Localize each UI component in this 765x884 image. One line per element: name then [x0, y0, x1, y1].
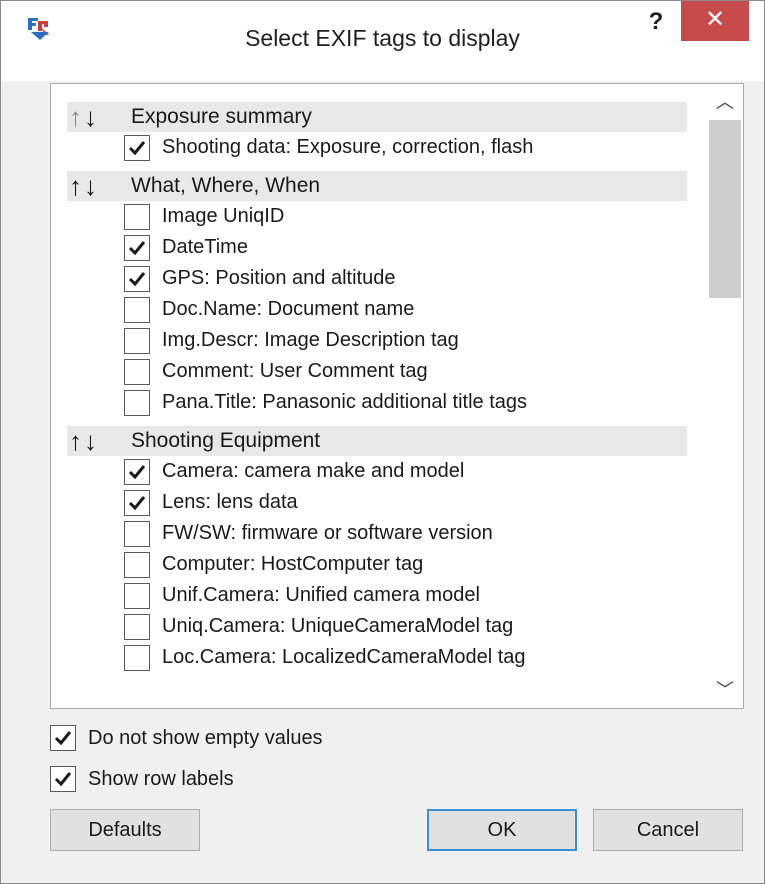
- tag-label: Pana.Title: Panasonic additional title t…: [162, 391, 528, 413]
- hide-empty-label: Do not show empty values: [88, 726, 323, 749]
- row-labels-option[interactable]: Show row labels: [50, 764, 234, 794]
- reorder-arrows: ↑↓: [67, 171, 131, 201]
- title-bar: Select EXIF tags to display ? ✕: [1, 1, 764, 81]
- tag-item[interactable]: Lens: lens data: [51, 487, 707, 518]
- checkmark-icon: [128, 240, 146, 255]
- tag-checkbox[interactable]: [124, 389, 150, 416]
- move-down-arrow-icon[interactable]: ↓: [84, 426, 99, 456]
- tag-label: Uniq.Camera: UniqueCameraModel tag: [162, 615, 514, 637]
- tag-item[interactable]: GPS: Position and altitude: [51, 263, 707, 294]
- checkmark-icon: [128, 464, 146, 479]
- tag-list-viewport: ↑↓ Exposure summary Shooting data: Exposur…: [51, 84, 707, 708]
- tag-item[interactable]: Loc.Camera: LocalizedCameraModel tag: [51, 642, 707, 673]
- tag-checkbox[interactable]: [124, 203, 150, 230]
- tag-item[interactable]: Uniq.Camera: UniqueCameraModel tag: [51, 611, 707, 642]
- reorder-arrows: ↑↓: [67, 102, 131, 132]
- row-labels-checkbox[interactable]: [50, 766, 76, 792]
- vertical-scrollbar[interactable]: ︿ ﹀: [707, 84, 743, 708]
- tag-label: Loc.Camera: LocalizedCameraModel tag: [162, 646, 526, 668]
- tag-checkbox[interactable]: [124, 613, 150, 640]
- tag-checkbox[interactable]: [124, 582, 150, 609]
- checkmark-icon: [128, 495, 146, 510]
- tag-label: Img.Descr: Image Description tag: [162, 329, 459, 351]
- tag-item[interactable]: DateTime: [51, 232, 707, 263]
- move-up-arrow-icon[interactable]: ↑: [69, 171, 84, 201]
- tag-checkbox[interactable]: [124, 296, 150, 323]
- tag-group: ↑↓ Shooting Equipment Camera: camera make …: [51, 426, 707, 673]
- defaults-button[interactable]: Defaults: [50, 809, 200, 851]
- tag-checkbox[interactable]: [124, 134, 150, 161]
- scroll-thumb[interactable]: [709, 120, 741, 298]
- move-up-arrow-icon: ↑: [69, 102, 84, 132]
- tag-item[interactable]: FW/SW: firmware or software version: [51, 518, 707, 549]
- hide-empty-checkbox[interactable]: [50, 725, 76, 751]
- checkmark-icon: [54, 731, 72, 746]
- move-down-arrow-icon[interactable]: ↓: [84, 102, 99, 132]
- tag-item[interactable]: Pana.Title: Panasonic additional title t…: [51, 387, 707, 418]
- tag-item[interactable]: Comment: User Comment tag: [51, 356, 707, 387]
- hide-empty-option[interactable]: Do not show empty values: [50, 723, 323, 753]
- exif-tags-dialog: Select EXIF tags to display ? ✕ ↑↓ Exposu…: [0, 0, 765, 884]
- tag-item[interactable]: Shooting data: Exposure, correction, fla…: [51, 132, 707, 163]
- move-up-arrow-icon[interactable]: ↑: [69, 426, 84, 456]
- tag-checkbox[interactable]: [124, 234, 150, 261]
- group-title: Exposure summary: [131, 105, 312, 128]
- tag-item[interactable]: Camera: camera make and model: [51, 456, 707, 487]
- checkmark-icon: [128, 140, 146, 155]
- tag-group: ↑↓ Exposure summary Shooting data: Exposur…: [51, 102, 707, 163]
- group-header: ↑↓ Exposure summary: [67, 102, 687, 132]
- tag-label: FW/SW: firmware or software version: [162, 522, 493, 544]
- tag-label: Camera: camera make and model: [162, 460, 465, 482]
- tag-checkbox[interactable]: [124, 458, 150, 485]
- tag-label: Comment: User Comment tag: [162, 360, 428, 382]
- tag-group: ↑↓ What, Where, When Image UniqID DateTime G…: [51, 171, 707, 418]
- tag-checkbox[interactable]: [124, 551, 150, 578]
- tag-item[interactable]: Image UniqID: [51, 201, 707, 232]
- scroll-up-icon[interactable]: ︿: [707, 84, 743, 120]
- tag-item[interactable]: Img.Descr: Image Description tag: [51, 325, 707, 356]
- ok-button[interactable]: OK: [427, 809, 577, 851]
- exif-tag-list: ↑↓ Exposure summary Shooting data: Exposur…: [50, 83, 744, 709]
- tag-item[interactable]: Doc.Name: Document name: [51, 294, 707, 325]
- tag-label: Doc.Name: Document name: [162, 298, 415, 320]
- tag-checkbox[interactable]: [124, 520, 150, 547]
- tag-label: GPS: Position and altitude: [162, 267, 396, 289]
- scroll-down-icon[interactable]: ﹀: [707, 672, 743, 708]
- tag-label: Computer: HostComputer tag: [162, 553, 424, 575]
- group-title: Shooting Equipment: [131, 429, 321, 452]
- tag-checkbox[interactable]: [124, 358, 150, 385]
- tag-label: DateTime: [162, 236, 248, 258]
- row-labels-label: Show row labels: [88, 767, 234, 790]
- tag-label: Shooting data: Exposure, correction, fla…: [162, 136, 534, 158]
- tag-item[interactable]: Unif.Camera: Unified camera model: [51, 580, 707, 611]
- tag-checkbox[interactable]: [124, 644, 150, 671]
- tag-checkbox[interactable]: [124, 265, 150, 292]
- group-header: ↑↓ Shooting Equipment: [67, 426, 687, 456]
- help-button[interactable]: ?: [641, 7, 671, 41]
- move-down-arrow-icon[interactable]: ↓: [84, 171, 99, 201]
- group-title: What, Where, When: [131, 174, 321, 197]
- reorder-arrows: ↑↓: [67, 426, 131, 456]
- cancel-button[interactable]: Cancel: [593, 809, 743, 851]
- checkmark-icon: [128, 271, 146, 286]
- close-button[interactable]: ✕: [681, 1, 749, 41]
- tag-item[interactable]: Computer: HostComputer tag: [51, 549, 707, 580]
- checkmark-icon: [54, 772, 72, 787]
- tag-label: Lens: lens data: [162, 491, 298, 513]
- tag-checkbox[interactable]: [124, 489, 150, 516]
- tag-label: Image UniqID: [162, 205, 285, 227]
- tag-checkbox[interactable]: [124, 327, 150, 354]
- tag-label: Unif.Camera: Unified camera model: [162, 584, 480, 606]
- group-header: ↑↓ What, Where, When: [67, 171, 687, 201]
